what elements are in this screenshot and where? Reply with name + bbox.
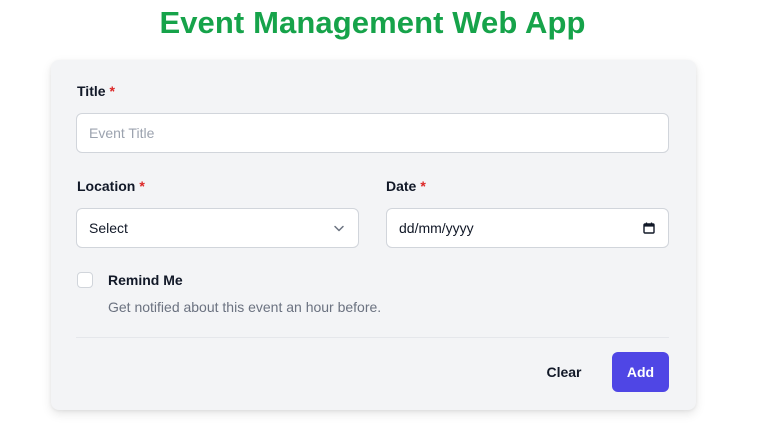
form-divider [76, 337, 669, 338]
required-marker: * [420, 178, 426, 194]
remind-me-help-text: Get notified about this event an hour be… [108, 299, 382, 315]
event-form-card: Title* Location* Select Date* dd/mm/yyyy… [51, 60, 696, 410]
date-label-text: Date [386, 178, 417, 194]
title-label: Title * [77, 82, 115, 100]
remind-me-label: Remind Me [108, 272, 183, 288]
date-input[interactable]: dd/mm/yyyy [386, 208, 669, 248]
title-label-text: Title [77, 83, 106, 99]
calendar-icon[interactable] [642, 221, 656, 235]
add-button[interactable]: Add [612, 352, 669, 392]
required-marker: * [109, 83, 115, 99]
date-label: Date * [386, 177, 426, 195]
location-select-value: Select [89, 220, 128, 236]
remind-me-checkbox[interactable] [77, 272, 93, 288]
page-title: Event Management Web App [159, 5, 586, 40]
location-label: Location * [77, 177, 145, 195]
location-label-text: Location [77, 178, 136, 194]
clear-button[interactable]: Clear [539, 352, 589, 392]
event-title-input[interactable] [76, 113, 669, 153]
chevron-down-icon [332, 221, 346, 235]
location-select[interactable]: Select [76, 208, 359, 248]
date-input-value: dd/mm/yyyy [399, 220, 474, 236]
required-marker: * [139, 178, 145, 194]
